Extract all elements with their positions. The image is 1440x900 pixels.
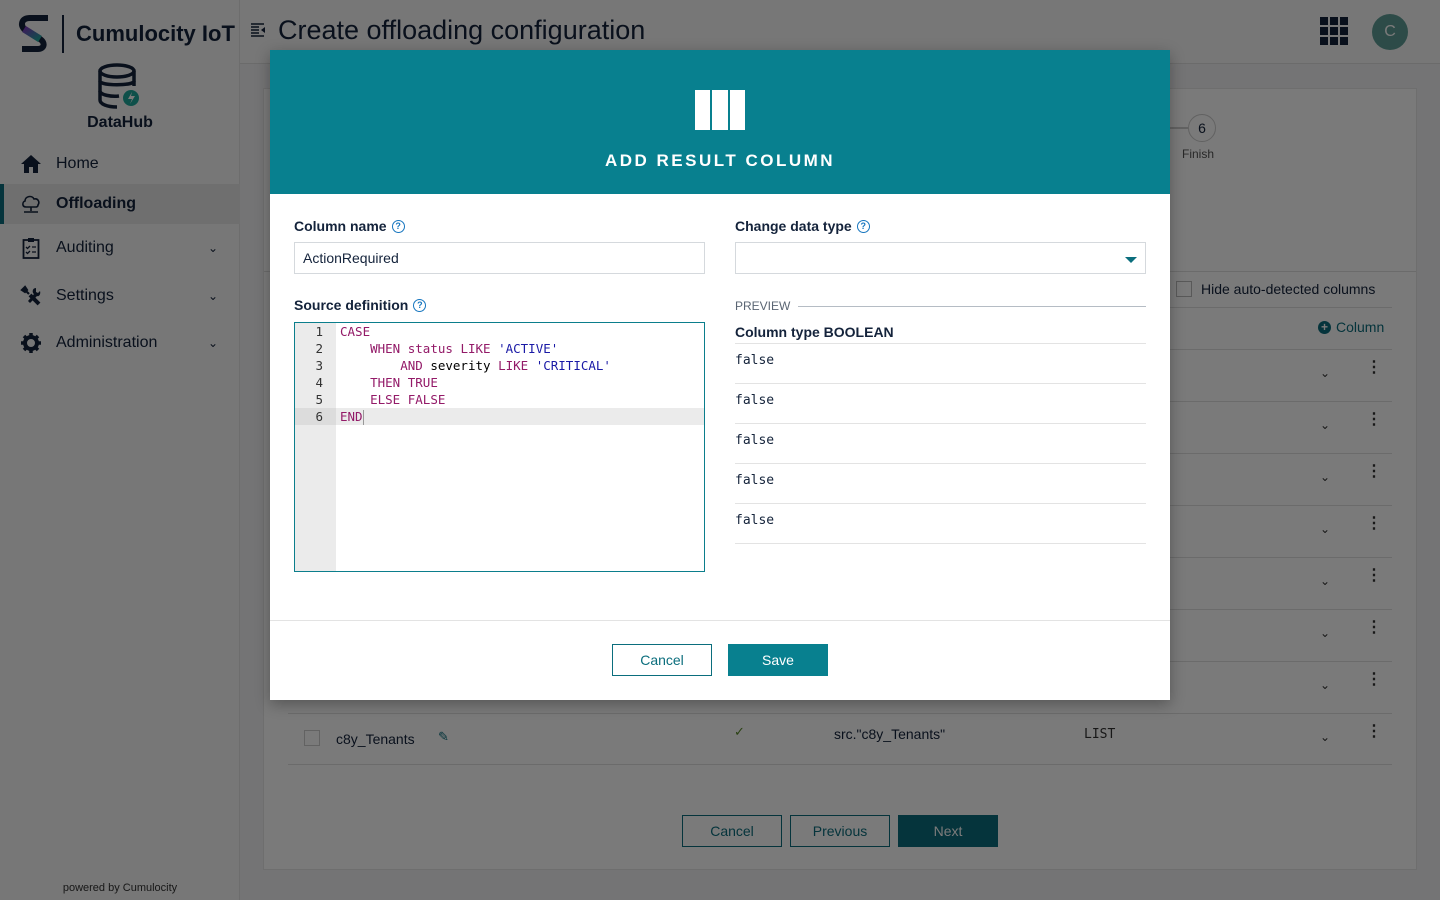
help-icon[interactable]: ? [413,298,427,312]
change-data-type-label-text: Change data type [735,218,852,234]
code-line[interactable]: 2 WHEN status LIKE 'ACTIVE' [295,340,704,357]
code-text: END [340,409,364,425]
help-icon[interactable]: ? [856,219,870,233]
change-data-type-select[interactable] [735,242,1146,274]
dialog-title: ADD RESULT COLUMN [604,151,836,170]
dialog-buttons: Cancel Save [612,644,828,676]
code-text: THEN TRUE [370,375,438,390]
preview-value: false [735,464,1146,504]
save-button[interactable]: Save [728,644,828,676]
line-number: 1 [315,324,323,339]
preview-value: false [735,424,1146,464]
column-name-label-text: Column name [294,218,387,234]
line-number: 4 [315,375,323,390]
code-line[interactable]: 6 END [295,408,704,425]
preview-value: false [735,344,1146,384]
line-number: 5 [315,392,323,407]
column-name-label: Column name ? [294,218,405,234]
column-name-input[interactable] [294,242,705,274]
help-icon[interactable]: ? [391,219,405,233]
change-data-type-label: Change data type ? [735,218,870,234]
text-cursor [362,410,364,425]
line-number: 6 [295,408,336,425]
columns-icon [695,90,745,130]
code-text: CASE [340,324,371,339]
caret-down-icon [1125,257,1137,263]
code-line[interactable]: 3 AND severity LIKE 'CRITICAL' [295,357,704,374]
preview-column-type: Column type BOOLEAN [735,324,894,340]
add-result-column-dialog: ADD RESULT COLUMN Column name ? Source d… [270,50,1170,700]
preview-heading-text: PREVIEW [735,299,791,313]
code-line[interactable]: 5 ELSE FALSE [295,391,704,408]
cancel-button[interactable]: Cancel [612,644,712,676]
code-line[interactable]: 4 THEN TRUE [295,374,704,391]
source-definition-editor[interactable]: 1 CASE 2 WHEN status LIKE 'ACTIVE' 3 AND se… [294,322,705,572]
code-line[interactable]: 1 CASE [295,323,704,340]
dialog-header: ADD RESULT COLUMN [270,50,1170,194]
preview-heading: PREVIEW [735,299,1146,313]
line-number: 2 [315,341,323,356]
source-definition-label-text: Source definition [294,297,409,313]
code-text: AND severity LIKE 'CRITICAL' [400,358,611,373]
dialog-footer-divider [270,620,1170,621]
code-text: WHEN status LIKE 'ACTIVE' [370,341,559,356]
preview-values-list: false false false false false [735,343,1146,544]
line-number: 3 [315,358,323,373]
code-text: ELSE FALSE [370,392,446,407]
preview-value: false [735,504,1146,544]
source-definition-label: Source definition ? [294,297,427,313]
preview-value: false [735,384,1146,424]
preview-heading-rule [798,305,1146,307]
